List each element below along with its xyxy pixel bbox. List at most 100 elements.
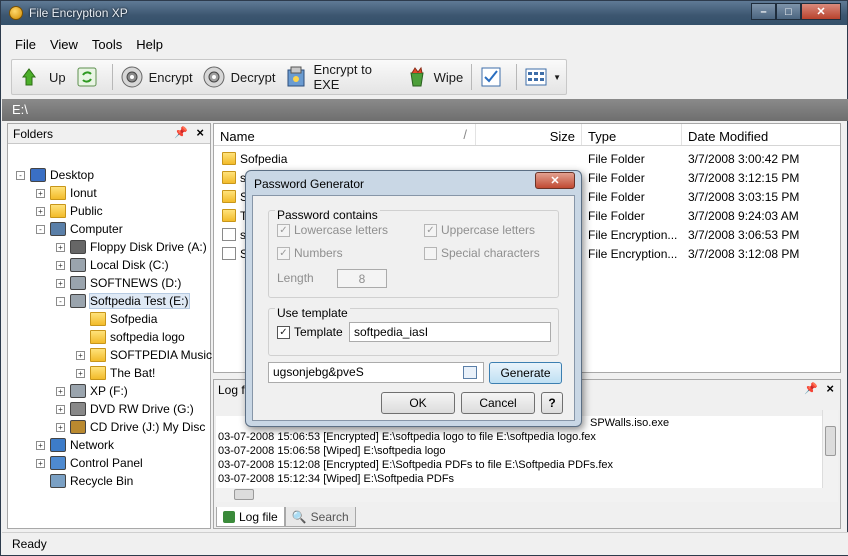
column-type[interactable]: Type (582, 124, 682, 145)
close-button[interactable]: ✕ (801, 3, 841, 20)
cell-type: File Encryption... (588, 227, 678, 242)
tree-node[interactable]: - Desktop (16, 166, 94, 184)
tree-node[interactable]: - Computer (36, 220, 123, 238)
pin-icon[interactable]: 📌 (804, 382, 818, 395)
tree-node[interactable]: softpedia logo (76, 328, 185, 346)
column-header-row: Name / Size Type Date Modified (214, 124, 840, 146)
tree-node-label: Ionut (70, 186, 97, 200)
column-date[interactable]: Date Modified (682, 124, 822, 145)
decrypt-button[interactable]: Decrypt (198, 62, 281, 92)
log-vertical-scrollbar[interactable] (822, 410, 838, 488)
expand-icon[interactable]: + (76, 368, 85, 378)
tree-node[interactable]: + SOFTNEWS (D:) (56, 274, 181, 292)
expand-icon[interactable]: + (56, 278, 65, 288)
cancel-button[interactable]: Cancel (461, 392, 535, 414)
computer-icon (50, 222, 66, 236)
ok-button[interactable]: OK (381, 392, 455, 414)
chevron-down-icon[interactable]: ▼ (553, 73, 561, 82)
tab-log-file[interactable]: Log file (216, 507, 285, 527)
tree-node[interactable]: + Local Disk (C:) (56, 256, 169, 274)
tree-node[interactable]: - Softpedia Test (E:) (56, 292, 190, 310)
toolbar-separator (516, 64, 518, 90)
pin-icon[interactable]: 📌 (174, 126, 188, 139)
expand-icon[interactable]: + (56, 404, 65, 414)
cell-type: File Encryption... (588, 246, 678, 261)
tree-node[interactable]: + The Bat! (76, 364, 155, 382)
expand-icon[interactable]: + (56, 260, 65, 270)
expand-icon[interactable]: + (56, 422, 65, 432)
refresh-button[interactable] (71, 62, 109, 92)
close-icon[interactable]: × (826, 381, 834, 396)
tree-node-label: Softpedia Test (E:) (89, 293, 190, 309)
template-input[interactable]: softpedia_iasI (349, 322, 551, 342)
tree-node-label: Sofpedia (110, 312, 158, 326)
tree-node[interactable]: + XP (F:) (56, 382, 128, 400)
tree-node-label: Floppy Disk Drive (A:) (90, 240, 207, 254)
view-mode-button[interactable]: ▼ (520, 62, 566, 92)
collapse-icon[interactable]: - (36, 224, 45, 234)
tree-node-label: SOFTPEDIA Music (110, 348, 213, 362)
lowercase-checkbox[interactable]: ✓ Lowercase letters (277, 223, 388, 237)
expand-icon[interactable]: + (36, 206, 45, 216)
expand-icon[interactable]: + (36, 458, 45, 468)
length-stepper[interactable]: 8 (337, 269, 387, 288)
copy-icon[interactable] (463, 366, 477, 379)
log-horizontal-scrollbar[interactable] (216, 488, 838, 502)
status-bar: Ready (2, 532, 848, 555)
numbers-checkbox[interactable]: ✓ Numbers (277, 246, 343, 260)
column-size[interactable]: Size (476, 124, 582, 145)
exe-package-icon (285, 66, 307, 88)
folder-icon (90, 348, 106, 362)
tree-node[interactable]: + Public (36, 202, 103, 220)
generate-button[interactable]: Generate (489, 362, 562, 384)
tree-node[interactable]: + Ionut (36, 184, 97, 202)
encrypt-button[interactable]: Encrypt (116, 62, 198, 92)
options-button[interactable] (475, 62, 513, 92)
tree-node[interactable]: + DVD RW Drive (G:) (56, 400, 194, 418)
folders-header: Folders 📌 × (8, 124, 210, 144)
tree-node[interactable]: + Control Panel (36, 454, 143, 472)
table-row[interactable]: Sofpedia File Folder 3/7/2008 3:00:42 PM (214, 149, 834, 168)
column-name[interactable]: Name / (214, 124, 476, 145)
encrypt-to-exe-button[interactable]: Encrypt to EXE (280, 62, 400, 92)
up-button[interactable]: Up (16, 62, 71, 92)
uppercase-checkbox[interactable]: ✓ Uppercase letters (424, 223, 535, 237)
menu-view[interactable]: View (50, 37, 78, 52)
collapse-icon[interactable]: - (16, 170, 25, 180)
tree-node[interactable]: Recycle Bin (36, 472, 133, 490)
menu-help[interactable]: Help (136, 37, 163, 52)
wipe-button[interactable]: Wipe (401, 62, 469, 92)
log-line: 03-07-2008 15:06:53 [Encrypted] E:\softp… (218, 431, 596, 443)
password-contains-group: Password contains ✓ Lowercase letters ✓ Up… (268, 208, 559, 298)
tree-node[interactable]: + Network (36, 436, 114, 454)
help-button[interactable]: ? (541, 392, 563, 414)
dialog-body: Password contains ✓ Lowercase letters ✓ Up… (252, 195, 575, 421)
dialog-close-button[interactable]: ✕ (535, 172, 575, 189)
folder-icon (222, 171, 236, 184)
generated-password-field[interactable]: ugsonjebg&pveS (268, 362, 484, 383)
special-characters-checkbox[interactable]: Special characters (424, 246, 540, 260)
expand-icon[interactable]: + (56, 242, 65, 252)
minimize-button[interactable]: – (751, 3, 776, 20)
tab-search[interactable]: 🔍 Search (284, 507, 356, 527)
menu-file[interactable]: File (15, 37, 36, 52)
tree-node[interactable]: + SOFTPEDIA Music (76, 346, 212, 364)
title-bar[interactable]: File Encryption XP – □ ✕ (1, 1, 847, 25)
template-checkbox[interactable]: ✓ Template (277, 325, 343, 339)
main-window: File Encryption XP – □ ✕ File View Tools… (0, 0, 848, 556)
collapse-icon[interactable]: - (56, 296, 65, 306)
tree-node[interactable]: Sofpedia (76, 310, 157, 328)
maximize-button[interactable]: □ (776, 3, 801, 20)
expand-icon[interactable]: + (76, 350, 85, 360)
tree-node[interactable]: + Floppy Disk Drive (A:) (56, 238, 207, 256)
address-bar[interactable]: E:\ (2, 99, 848, 121)
cell-name: Sofpedia (240, 151, 288, 166)
tree-node[interactable]: + CD Drive (J:) My Disc (56, 418, 205, 436)
close-icon[interactable]: × (196, 125, 204, 140)
menu-tools[interactable]: Tools (92, 37, 122, 52)
tree-node-label: Public (70, 204, 103, 218)
cell-date: 3/7/2008 3:03:15 PM (688, 189, 800, 204)
expand-icon[interactable]: + (36, 188, 45, 198)
expand-icon[interactable]: + (36, 440, 45, 450)
expand-icon[interactable]: + (56, 386, 65, 396)
